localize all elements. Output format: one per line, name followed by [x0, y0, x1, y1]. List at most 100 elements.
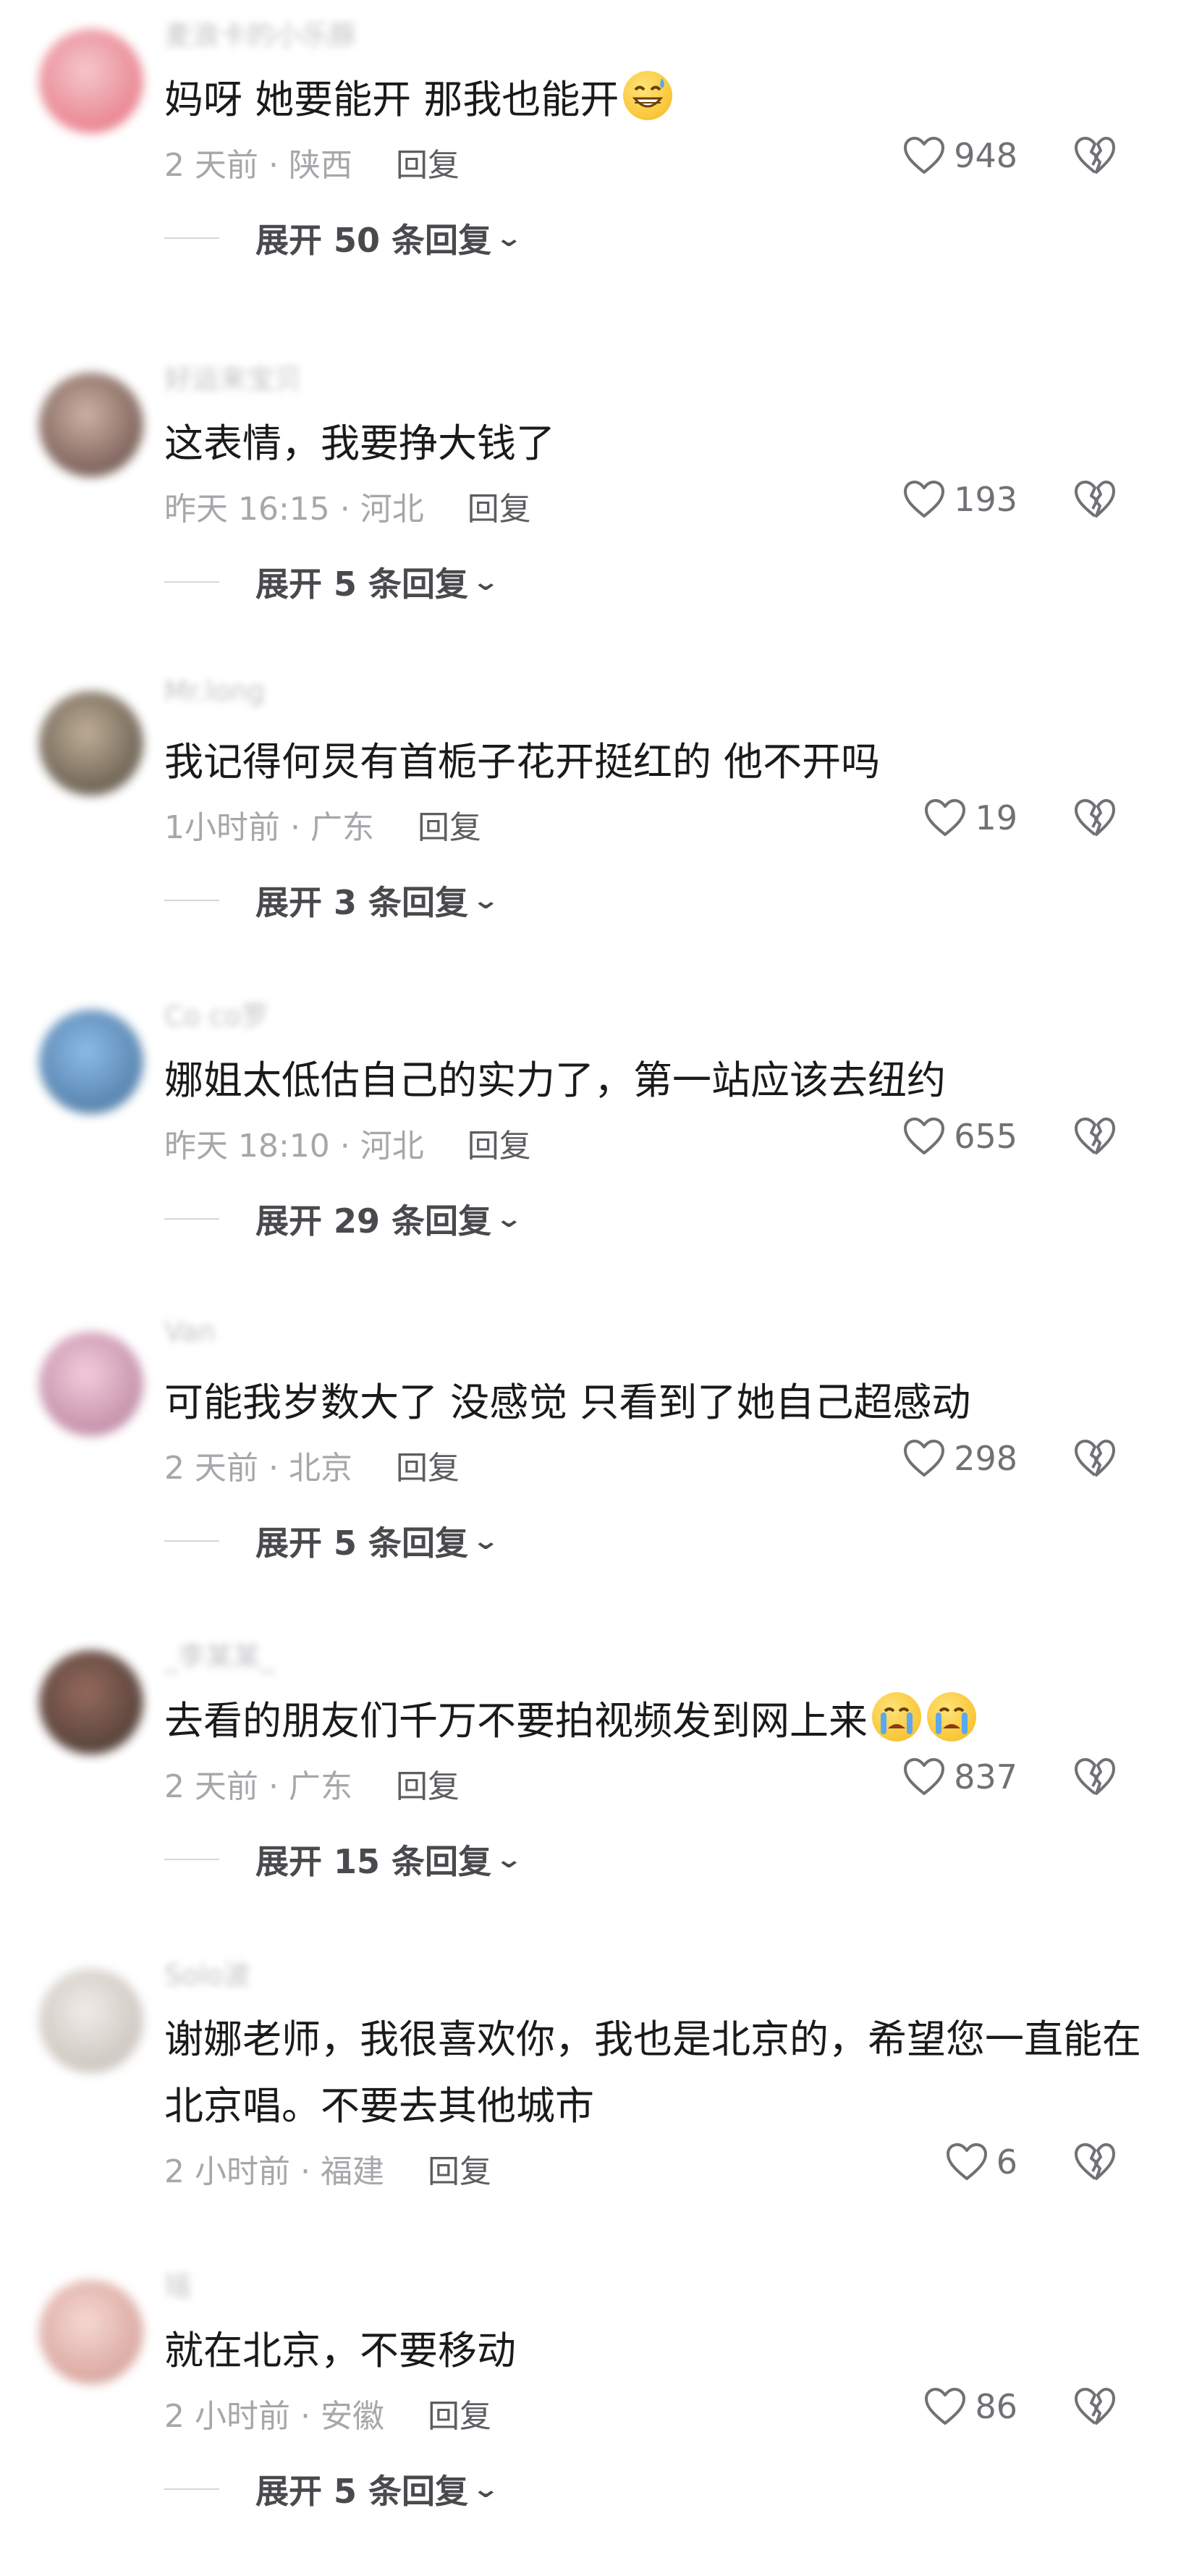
comment-time: 1小时前 [164, 809, 280, 846]
broken-heart-icon [1075, 2388, 1115, 2425]
reply-button[interactable]: 回复 [467, 1128, 531, 1165]
expand-replies-label: 展开 5 条回复 [255, 2472, 469, 2511]
dislike-button[interactable] [1074, 136, 1116, 178]
like-button[interactable]: 948 [903, 136, 1017, 175]
divider-line [164, 2488, 219, 2490]
like-count: 86 [975, 2387, 1017, 2426]
chevron-down-icon: ⌄ [494, 224, 524, 253]
comment-meta: 2 天前 · 陕西 回复 [164, 147, 460, 184]
avatar[interactable] [39, 29, 143, 133]
comment-username[interactable]: 好运来宝贝 [164, 357, 302, 397]
comment-text: 妈呀 她要能开 那我也能开 [164, 67, 1141, 133]
like-button[interactable]: 6 [946, 2142, 1017, 2182]
comment-location: 广东 [310, 809, 374, 846]
comment-meta: 2 小时前 · 福建 回复 [164, 2153, 491, 2190]
comment-username[interactable]: Solo波 [164, 1953, 250, 1993]
chevron-down-icon: ⌄ [471, 886, 501, 915]
heart-outline-icon [946, 2143, 987, 2180]
dislike-button[interactable] [1074, 2142, 1116, 2184]
comment-time: 2 天前 [164, 147, 258, 184]
expand-replies-label: 展开 5 条回复 [255, 565, 469, 604]
avatar[interactable] [39, 691, 143, 795]
expand-replies-button[interactable]: 展开 29 条回复 ⌄ [164, 1195, 524, 1243]
dislike-button[interactable] [1074, 1757, 1116, 1799]
like-count: 193 [954, 480, 1017, 519]
comment-username[interactable]: _李某某_ [164, 1634, 274, 1674]
dislike-button[interactable] [1074, 798, 1116, 840]
expand-replies-label: 展开 5 条回复 [255, 1524, 469, 1563]
comment-location: 安徽 [320, 2398, 384, 2435]
comment-time: 2 天前 [164, 1768, 258, 1805]
heart-outline-icon [904, 1758, 945, 1795]
heart-outline-icon [904, 481, 945, 518]
reply-button[interactable]: 回复 [428, 2153, 491, 2190]
divider-line [164, 1859, 219, 1860]
chevron-down-icon: ⌄ [494, 1845, 524, 1874]
heart-outline-icon [925, 2388, 966, 2425]
crying-emoji-icon [872, 1692, 921, 1741]
like-button[interactable]: 86 [924, 2387, 1017, 2426]
expand-replies-button[interactable]: 展开 15 条回复 ⌄ [164, 1836, 524, 1883]
comment-username[interactable]: Mr.long [164, 675, 265, 707]
comment-location: 北京 [288, 1450, 352, 1487]
like-count: 655 [954, 1117, 1017, 1156]
reply-button[interactable]: 回复 [428, 2398, 491, 2435]
like-count: 837 [954, 1757, 1017, 1796]
expand-replies-button[interactable]: 展开 5 条回复 ⌄ [164, 1517, 500, 1565]
avatar[interactable] [39, 1332, 143, 1436]
broken-heart-icon [1075, 1440, 1115, 1477]
broken-heart-icon [1075, 799, 1115, 836]
dislike-button[interactable] [1074, 480, 1116, 522]
comment-username[interactable]: Van [164, 1316, 215, 1348]
dislike-button[interactable] [1074, 2387, 1116, 2429]
expand-replies-label: 展开 29 条回复 [255, 1202, 492, 1241]
comment-text: 就在北京，不要移动 [164, 2328, 516, 2373]
comment-time: 2 小时前 [164, 2398, 290, 2435]
like-count: 19 [975, 798, 1017, 837]
expand-replies-button[interactable]: 展开 5 条回复 ⌄ [164, 2465, 500, 2513]
crying-emoji-icon [927, 1692, 976, 1741]
chevron-down-icon: ⌄ [494, 1204, 524, 1233]
comment-location: 广东 [288, 1768, 352, 1805]
comment-location: 陕西 [288, 147, 352, 184]
comment-username[interactable]: 瑶 [164, 2264, 192, 2304]
comment-location: 河北 [360, 491, 424, 528]
reply-button[interactable]: 回复 [396, 1768, 460, 1805]
divider-line [164, 1540, 219, 1542]
comment-text: 可能我岁数大了 没感觉 只看到了她自己超感动 [164, 1380, 971, 1425]
expand-replies-label: 展开 15 条回复 [255, 1842, 492, 1881]
like-button[interactable]: 837 [903, 1757, 1017, 1796]
expand-replies-button[interactable]: 展开 5 条回复 ⌄ [164, 558, 500, 606]
avatar[interactable] [39, 1650, 143, 1754]
like-button[interactable]: 193 [903, 480, 1017, 519]
comment-text: 谢娜老师，我很喜欢你，我也是北京的，希望您一直能在北京唱。不要去其他城市 [164, 2017, 1141, 2129]
reply-button[interactable]: 回复 [467, 491, 531, 528]
avatar[interactable] [39, 2280, 143, 2384]
comment-text: 去看的朋友们千万不要拍视频发到网上来 [164, 1688, 1141, 1754]
avatar[interactable] [39, 373, 143, 477]
avatar[interactable] [39, 1969, 143, 2073]
like-button[interactable]: 655 [903, 1117, 1017, 1156]
dislike-button[interactable] [1074, 1117, 1116, 1159]
comment-text: 这表情，我要挣大钱了 [164, 421, 555, 466]
dislike-button[interactable] [1074, 1439, 1116, 1481]
comment-username[interactable]: 麦浪卡的小乐豚 [164, 13, 357, 53]
expand-replies-button[interactable]: 展开 3 条回复 ⌄ [164, 877, 500, 924]
avatar[interactable] [39, 1010, 143, 1114]
expand-replies-label: 展开 50 条回复 [255, 221, 492, 260]
comment-text: 我记得何炅有首栀子花开挺红的 他不开吗 [164, 739, 881, 785]
expand-replies-button[interactable]: 展开 50 条回复 ⌄ [164, 214, 524, 262]
reply-button[interactable]: 回复 [396, 147, 460, 184]
like-button[interactable]: 298 [903, 1439, 1017, 1478]
divider-line [164, 237, 219, 239]
comment-meta: 2 天前 · 广东 回复 [164, 1768, 460, 1805]
reply-button[interactable]: 回复 [418, 809, 481, 846]
comment-username[interactable]: Co co罗 [164, 994, 268, 1034]
comment-meta: 2 小时前 · 安徽 回复 [164, 2398, 491, 2435]
reply-button[interactable]: 回复 [396, 1450, 460, 1487]
chevron-down-icon: ⌄ [471, 567, 501, 596]
chevron-down-icon: ⌄ [471, 1526, 501, 1555]
comment-text: 娜姐太低估自己的实力了，第一站应该去纽约 [164, 1057, 946, 1103]
comment-location: 福建 [320, 2153, 384, 2190]
like-button[interactable]: 19 [924, 798, 1017, 837]
